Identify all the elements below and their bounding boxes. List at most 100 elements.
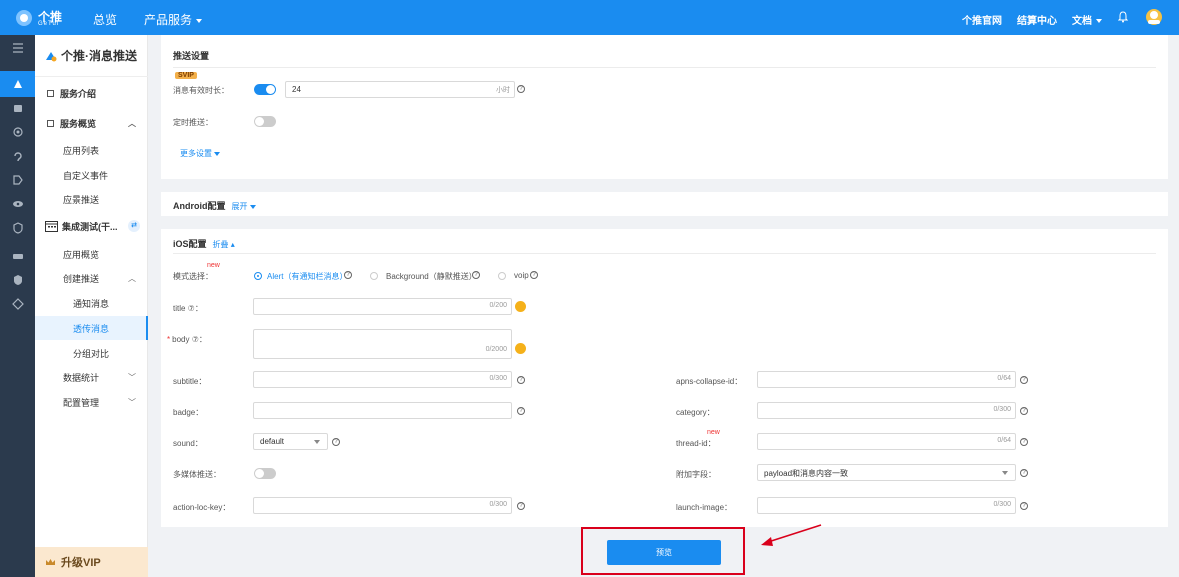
apns-collapse-id-input[interactable]: 0/64	[757, 371, 1016, 388]
timed-push-label: 定时推送：	[173, 118, 213, 127]
sidebar-item-intro[interactable]: 服务介绍	[35, 81, 148, 105]
link-billing[interactable]: 结算中心	[1017, 12, 1057, 27]
diamond-icon[interactable]	[0, 291, 35, 317]
shield-icon[interactable]	[0, 215, 35, 241]
more-settings-link[interactable]: 更多设置	[180, 148, 221, 159]
emoji-icon[interactable]	[515, 343, 526, 354]
menu-icon[interactable]	[0, 35, 35, 61]
action-loc-key-label: action-loc-key：	[173, 503, 231, 512]
logo-icon	[16, 10, 32, 26]
security-icon[interactable]	[0, 267, 35, 293]
sidebar-item-notification[interactable]: 通知消息	[35, 291, 148, 315]
help-icon[interactable]: ?	[1020, 376, 1028, 384]
help-icon[interactable]: ?	[517, 376, 525, 384]
validity-toggle[interactable]	[254, 84, 276, 95]
avatar-icon[interactable]	[1145, 6, 1163, 28]
help-icon[interactable]: ?	[332, 438, 340, 446]
robot-icon[interactable]	[0, 95, 35, 121]
sidebar-item-label: 分组对比	[73, 348, 110, 359]
link-official-site[interactable]: 个推官网	[962, 12, 1002, 27]
sidebar-item-integration-test[interactable]: 集成测试(干... ⇄	[35, 214, 148, 238]
sound-label: sound：	[173, 439, 203, 448]
ios-collapse-link[interactable]: 折叠 ▴	[213, 240, 235, 249]
mode-radio-alert[interactable]	[254, 272, 262, 280]
sidebar: 个推·消息推送 服务介绍 服务概览 ︿ 应用列表 自定义事件 应景推送 集成测试(…	[35, 35, 148, 577]
sidebar-item-label: 创建推送	[63, 273, 100, 284]
extra-fields-value: payload和消息内容一致	[764, 469, 849, 478]
sidebar-item-app-overview[interactable]: 应用概览	[35, 242, 148, 266]
subtitle-input[interactable]: 0/300	[253, 371, 512, 388]
apns-label: apns-collapse-id：	[676, 377, 743, 386]
chevron-down-icon	[1002, 471, 1008, 475]
nav-overview[interactable]: 总览	[93, 11, 117, 28]
switch-icon[interactable]: ⇄	[128, 220, 140, 232]
nav-products-label: 产品服务	[144, 13, 193, 27]
calendar-icon	[45, 221, 58, 232]
sidebar-item-config[interactable]: 配置管理 ﹀	[35, 390, 148, 414]
emoji-icon[interactable]	[515, 301, 526, 312]
help-icon[interactable]: ?	[1020, 438, 1028, 446]
android-config-panel: Android配置 展开	[161, 192, 1168, 216]
chevron-down-icon: ﹀	[128, 397, 136, 407]
card-icon[interactable]	[0, 243, 35, 269]
badge-input[interactable]	[253, 402, 512, 419]
help-icon[interactable]: ?	[344, 271, 352, 279]
tag-icon[interactable]	[0, 167, 35, 193]
nav-products[interactable]: 产品服务	[144, 11, 203, 28]
timed-push-toggle[interactable]	[254, 116, 276, 127]
expand-label: 展开	[231, 202, 248, 211]
upgrade-vip-button[interactable]: 升级VIP	[35, 547, 148, 577]
sidebar-item-label: 集成测试(干...	[62, 221, 118, 232]
help-icon[interactable]: ?	[472, 271, 480, 279]
extra-fields-label: 附加字段：	[676, 470, 716, 479]
launch-image-input[interactable]: 0/300	[757, 497, 1016, 514]
multimedia-toggle[interactable]	[254, 468, 276, 479]
push-icon[interactable]	[0, 71, 35, 97]
link-docs-label: 文档	[1072, 16, 1092, 27]
help-icon[interactable]: ?	[1020, 469, 1028, 477]
android-expand-link[interactable]: 展开	[232, 202, 256, 211]
thread-id-input[interactable]: 0/64	[757, 433, 1016, 450]
sidebar-item-custom-event[interactable]: 自定义事件	[35, 163, 148, 187]
divider	[173, 253, 1156, 254]
sound-select[interactable]: default	[253, 433, 328, 450]
chevron-down-icon	[1096, 19, 1102, 24]
preview-button[interactable]: 预览	[607, 540, 721, 565]
help-icon[interactable]: ?	[1020, 502, 1028, 510]
sidebar-item-scene-push[interactable]: 应景推送	[35, 187, 148, 211]
help-icon[interactable]: ?	[1020, 407, 1028, 415]
badge-label: badge：	[173, 408, 204, 417]
help-icon[interactable]: ?	[517, 502, 525, 510]
sidebar-item-group-compare[interactable]: 分组对比	[35, 341, 148, 365]
link-docs[interactable]: 文档	[1072, 12, 1102, 27]
sidebar-item-passthrough[interactable]: 透传消息	[35, 316, 148, 340]
action-loc-key-input[interactable]: 0/300	[253, 497, 512, 514]
sidebar-item-create-push[interactable]: 创建推送 ︿	[35, 266, 148, 290]
validity-input[interactable]: 24 小时	[285, 81, 515, 98]
getui-logo[interactable]: 个推 GeTuI	[14, 6, 72, 30]
panel-title: iOS配置 折叠 ▴	[173, 237, 235, 250]
title-count: 0/200	[489, 302, 507, 309]
help-icon[interactable]: ?	[530, 271, 538, 279]
chevron-down-icon: ﹀	[128, 372, 136, 382]
mode-radio-voip[interactable]	[498, 272, 506, 280]
fingerprint-icon[interactable]	[0, 119, 35, 145]
sidebar-item-statistics[interactable]: 数据统计 ﹀	[35, 365, 148, 389]
help-icon[interactable]: ?	[517, 85, 525, 93]
sidebar-title: 个推·消息推送	[35, 35, 148, 77]
extra-fields-select[interactable]: payload和消息内容一致	[757, 464, 1016, 481]
mode-background-label: Background（静默推送）	[386, 272, 477, 281]
sidebar-item-overview[interactable]: 服务概览 ︿	[35, 111, 148, 135]
title-input[interactable]: 0/200	[253, 298, 512, 315]
chevron-down-icon	[214, 152, 221, 156]
eye-icon[interactable]	[0, 191, 35, 217]
body-textarea[interactable]: 0/2000	[253, 329, 512, 359]
collapse-label: 折叠	[212, 240, 229, 249]
mode-radio-background[interactable]	[370, 272, 378, 280]
help-icon[interactable]: ?	[517, 407, 525, 415]
ear-icon[interactable]	[0, 143, 35, 169]
bell-icon[interactable]	[1118, 11, 1128, 23]
category-input[interactable]: 0/300	[757, 402, 1016, 419]
sidebar-item-label: 透传消息	[73, 323, 110, 334]
sidebar-item-app-list[interactable]: 应用列表	[35, 138, 148, 162]
